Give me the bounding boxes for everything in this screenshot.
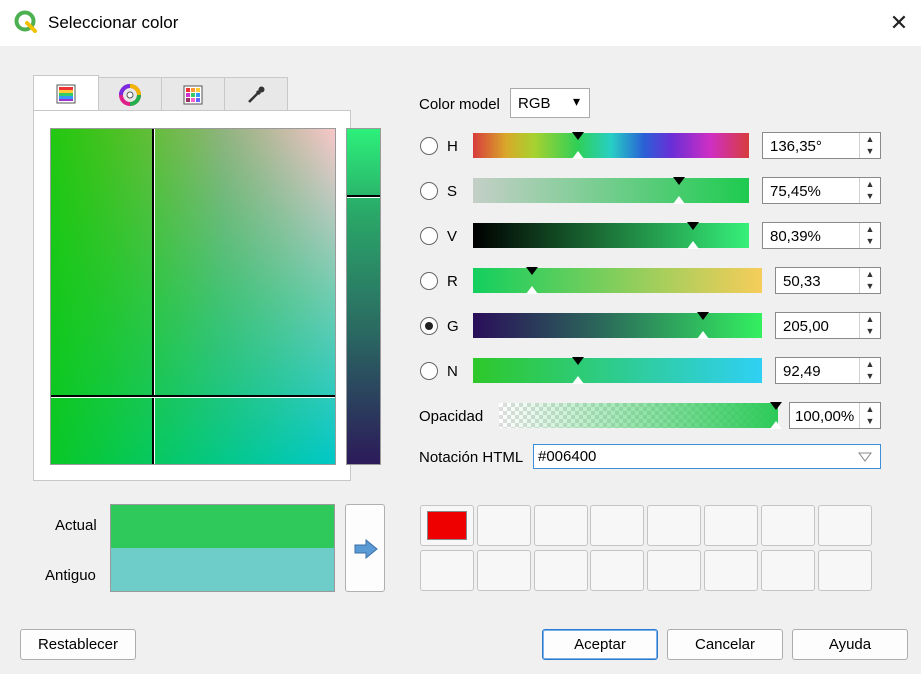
spin-arrows-icon[interactable]: ▲ ▼ [859, 403, 880, 428]
previous-color-swatch[interactable] [111, 548, 334, 591]
swatch-grid-icon [183, 85, 203, 104]
spin-arrows-icon[interactable]: ▲ ▼ [859, 178, 880, 203]
channel-label-h: H [447, 138, 458, 155]
radio-h[interactable] [420, 137, 438, 155]
opacity-slider[interactable] [499, 402, 782, 429]
swatch-cell[interactable] [590, 550, 645, 591]
window-title: Seleccionar color [48, 13, 179, 32]
html-notation-label: Notación HTML [419, 449, 524, 466]
swatch-cell[interactable] [817, 550, 872, 591]
spin-arrows-icon[interactable]: ▲ ▼ [859, 268, 880, 293]
opacity-value: 100,00% [795, 408, 855, 425]
blue-spinbox[interactable]: 92,49 ▲ ▼ [775, 357, 881, 384]
qgis-logo-icon [14, 10, 37, 33]
dropdown-arrow-icon[interactable] [858, 452, 872, 462]
swatch-cell[interactable] [647, 550, 702, 591]
html-color-input[interactable]: #006400 [533, 444, 881, 469]
blue-slider[interactable] [473, 357, 762, 384]
swatch-cell[interactable] [533, 550, 588, 591]
spin-arrows-icon[interactable]: ▲ ▼ [859, 313, 880, 338]
swatch-cell[interactable] [476, 505, 531, 546]
color-preview [110, 504, 335, 592]
radio-g[interactable] [420, 317, 438, 335]
radio-r[interactable] [420, 272, 438, 290]
value-value: 80,39% [770, 228, 821, 245]
radio-s[interactable] [420, 182, 438, 200]
red-value: 50,33 [783, 273, 821, 290]
chevron-down-icon: ▾ [572, 93, 580, 109]
add-to-swatches-button[interactable] [345, 504, 385, 592]
swatch-cell[interactable] [647, 505, 702, 546]
red-slider[interactable] [473, 267, 762, 294]
arrow-right-icon [354, 539, 378, 559]
swatch-cell[interactable] [817, 505, 872, 546]
saturation-slider[interactable] [473, 177, 749, 204]
opacity-label: Opacidad [419, 408, 484, 425]
channel-label-s: S [447, 183, 458, 200]
green-spinbox[interactable]: 205,00 ▲ ▼ [775, 312, 881, 339]
tab-sample[interactable] [224, 77, 288, 111]
swatch-color-fill [427, 511, 467, 540]
spin-arrows-icon[interactable]: ▲ ▼ [859, 223, 880, 248]
color-wheel-icon [119, 83, 141, 106]
blue-value: 92,49 [783, 363, 821, 380]
radio-n[interactable] [420, 362, 438, 380]
old-label: Antiguo [45, 567, 96, 584]
swatch-cell[interactable] [704, 550, 758, 591]
swatch-cell[interactable] [420, 550, 474, 591]
red-spinbox[interactable]: 50,33 ▲ ▼ [775, 267, 881, 294]
color-model-label: Color model [419, 96, 500, 113]
saturation-value: 75,45% [770, 183, 821, 200]
reset-button[interactable]: Restablecer [20, 629, 136, 660]
swatch-cell[interactable] [760, 550, 815, 591]
hue-value: 136,35° [770, 138, 822, 155]
color-model-value: RGB [518, 95, 551, 112]
swatch-cell[interactable] [420, 505, 474, 546]
spin-arrows-icon[interactable]: ▲ ▼ [859, 358, 880, 383]
swatch-cell[interactable] [590, 505, 645, 546]
saturation-spinbox[interactable]: 75,45% ▲ ▼ [762, 177, 881, 204]
color-model-select[interactable]: RGB ▾ [510, 88, 590, 118]
close-button[interactable]: ✕ [884, 9, 914, 37]
color-ramp-icon [56, 84, 76, 103]
channel-label-r: R [447, 273, 458, 290]
value-slider[interactable] [473, 222, 749, 249]
swatch-cell[interactable] [760, 505, 815, 546]
eyedropper-icon [248, 86, 265, 103]
ok-button[interactable]: Aceptar [542, 629, 658, 660]
green-slider[interactable] [473, 312, 762, 339]
radio-v[interactable] [420, 227, 438, 245]
channel-label-v: V [447, 228, 458, 245]
swatch-cell[interactable] [533, 505, 588, 546]
tab-color-ramp[interactable] [33, 75, 99, 111]
value-spinbox[interactable]: 80,39% ▲ ▼ [762, 222, 881, 249]
channel-label-n: N [447, 363, 458, 380]
html-color-value: #006400 [538, 448, 597, 465]
channel-label-g: G [447, 318, 459, 335]
opacity-spinbox[interactable]: 100,00% ▲ ▼ [789, 402, 881, 429]
color-box[interactable] [50, 128, 336, 465]
swatch-cell[interactable] [704, 505, 758, 546]
actual-label: Actual [55, 517, 97, 534]
hue-spinbox[interactable]: 136,35° ▲ ▼ [762, 132, 881, 159]
current-color-swatch [111, 505, 334, 548]
spin-arrows-icon[interactable]: ▲ ▼ [859, 133, 880, 158]
hue-slider[interactable] [473, 132, 749, 159]
tab-swatch-grid[interactable] [161, 77, 225, 111]
tab-color-wheel[interactable] [98, 77, 162, 111]
green-value: 205,00 [783, 318, 829, 335]
vertical-color-ramp[interactable] [346, 128, 381, 465]
swatch-cell[interactable] [476, 550, 531, 591]
cancel-button[interactable]: Cancelar [667, 629, 783, 660]
help-button[interactable]: Ayuda [792, 629, 908, 660]
